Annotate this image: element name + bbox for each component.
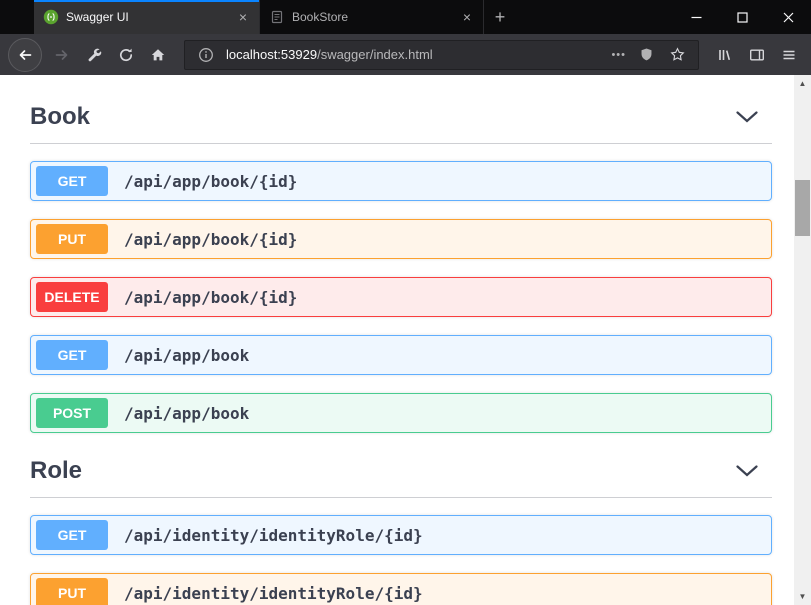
endpoint-path: /api/app/book (124, 346, 249, 365)
navigation-bar: localhost:53929/swagger/index.html ••• (0, 34, 811, 75)
page-tools-button[interactable] (80, 41, 108, 69)
sidebar-button[interactable] (743, 41, 771, 69)
url-domain: localhost:53929 (226, 47, 317, 62)
method-badge: GET (36, 520, 108, 550)
library-icon (717, 47, 733, 63)
menu-button[interactable] (775, 41, 803, 69)
endpoint-path: /api/identity/identityRole/{id} (124, 526, 423, 545)
scroll-up-icon[interactable]: ▲ (794, 75, 811, 92)
wrench-icon (86, 47, 102, 63)
scrollbar-thumb[interactable] (795, 180, 810, 236)
endpoint-path: /api/app/book/{id} (124, 288, 297, 307)
tabbar-spacer (516, 0, 673, 34)
endpoint-path: /api/identity/identityRole/{id} (124, 584, 423, 603)
endpoint-row[interactable]: DELETE/api/app/book/{id} (30, 277, 772, 317)
tab-bar: Swagger UI × BookStore × + (0, 0, 811, 34)
method-badge: GET (36, 166, 108, 196)
chevron-down-icon[interactable] (728, 111, 766, 123)
api-section-role: RoleGET/api/identity/identityRole/{id}PU… (30, 451, 772, 605)
address-bar[interactable]: localhost:53929/swagger/index.html ••• (184, 40, 699, 70)
chevron-down-icon[interactable] (728, 465, 766, 477)
back-button[interactable] (8, 38, 42, 72)
page-favicon-icon (269, 9, 285, 25)
url-text: localhost:53929/swagger/index.html (226, 47, 602, 62)
endpoint-row[interactable]: POST/api/app/book (30, 393, 772, 433)
site-info-icon[interactable] (195, 44, 217, 66)
back-arrow-icon (17, 47, 33, 63)
endpoint-row[interactable]: GET/api/identity/identityRole/{id} (30, 515, 772, 555)
method-badge: PUT (36, 578, 108, 605)
endpoint-row[interactable]: GET/api/app/book/{id} (30, 161, 772, 201)
refresh-icon (118, 47, 134, 63)
method-badge: DELETE (36, 282, 108, 312)
bookmark-star-icon[interactable] (666, 44, 688, 66)
close-button[interactable] (765, 0, 811, 34)
tab-bookstore[interactable]: BookStore × (259, 0, 484, 34)
method-badge: POST (36, 398, 108, 428)
tab-title: Swagger UI (66, 10, 229, 24)
endpoint-row[interactable]: PUT/api/identity/identityRole/{id} (30, 573, 772, 605)
endpoint-row[interactable]: PUT/api/app/book/{id} (30, 219, 772, 259)
section-header[interactable]: Role (30, 451, 772, 498)
forward-arrow-icon (54, 47, 70, 63)
method-badge: GET (36, 340, 108, 370)
endpoint-path: /api/app/book/{id} (124, 230, 297, 249)
sidebar-icon (749, 47, 765, 63)
section-title: Book (30, 103, 90, 131)
section-title: Role (30, 457, 82, 485)
reload-button[interactable] (112, 41, 140, 69)
browser-window: Swagger UI × BookStore × + (0, 0, 811, 605)
browser-viewport: BookGET/api/app/book/{id}PUT/api/app/boo… (0, 75, 811, 605)
maximize-button[interactable] (719, 0, 765, 34)
window-controls (673, 0, 811, 34)
url-path: /swagger/index.html (317, 47, 433, 62)
page-actions-icon[interactable]: ••• (611, 49, 626, 61)
scrollbar-track[interactable] (794, 92, 811, 588)
endpoint-path: /api/app/book/{id} (124, 172, 297, 191)
tab-close-icon[interactable]: × (236, 9, 250, 25)
swagger-favicon-icon (43, 9, 59, 25)
home-icon (150, 47, 166, 63)
window-drag-space (0, 0, 34, 34)
scrollbar[interactable]: ▲ ▼ (794, 75, 811, 605)
method-badge: PUT (36, 224, 108, 254)
api-sections: BookGET/api/app/book/{id}PUT/api/app/boo… (0, 75, 794, 605)
library-button[interactable] (711, 41, 739, 69)
section-header[interactable]: Book (30, 97, 772, 144)
tab-close-icon[interactable]: × (460, 9, 474, 25)
hamburger-icon (781, 47, 797, 63)
tab-title: BookStore (292, 10, 453, 24)
shield-icon[interactable] (635, 44, 657, 66)
tab-swagger-ui[interactable]: Swagger UI × (34, 0, 259, 34)
api-section-book: BookGET/api/app/book/{id}PUT/api/app/boo… (30, 97, 772, 433)
home-button[interactable] (144, 41, 172, 69)
endpoint-row[interactable]: GET/api/app/book (30, 335, 772, 375)
scroll-down-icon[interactable]: ▼ (794, 588, 811, 605)
new-tab-button[interactable]: + (484, 0, 516, 34)
minimize-button[interactable] (673, 0, 719, 34)
forward-button[interactable] (48, 41, 76, 69)
endpoint-path: /api/app/book (124, 404, 249, 423)
